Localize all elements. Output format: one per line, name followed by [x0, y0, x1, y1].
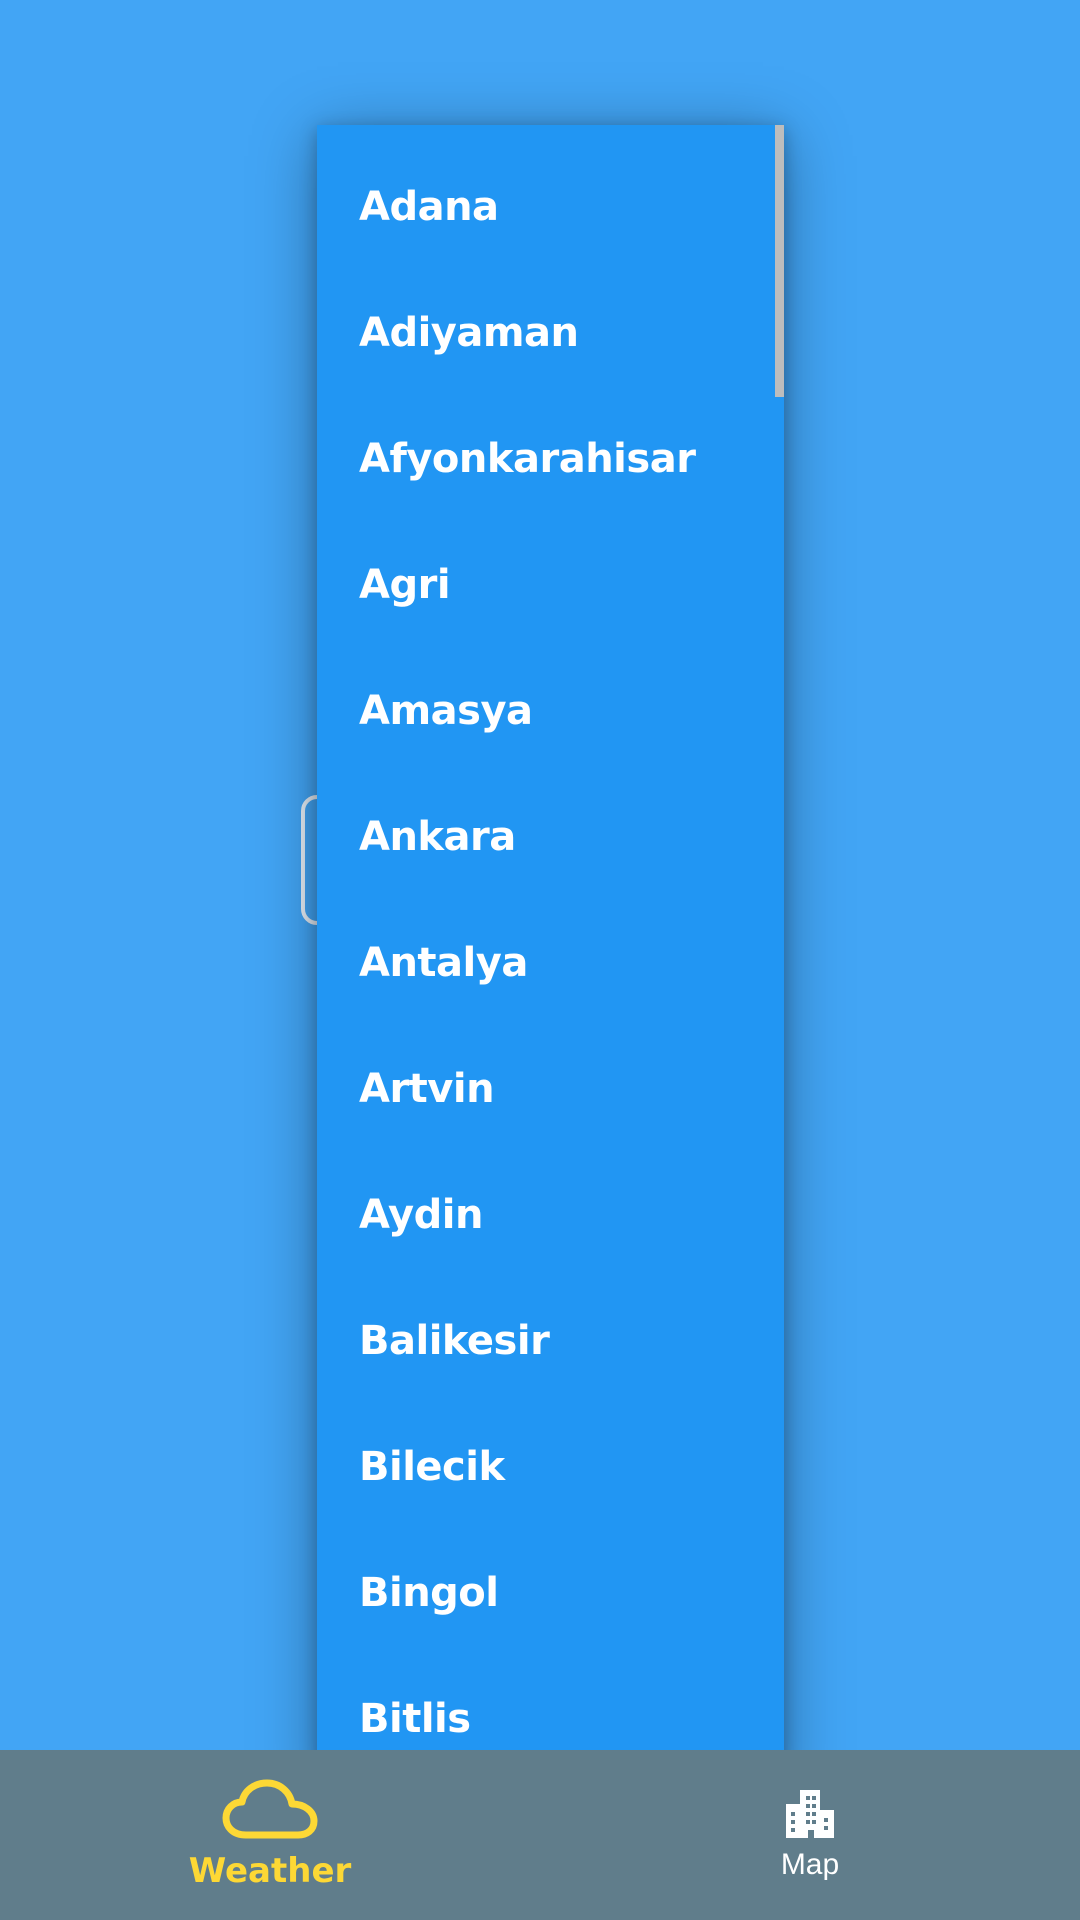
city-dropdown-menu[interactable]: Adana Adiyaman Afyonkarahisar Agri Amasy… [317, 125, 784, 1793]
city-option[interactable]: Bilecik [317, 1404, 784, 1530]
dropdown-scrollbar[interactable] [775, 125, 784, 397]
city-option[interactable]: Adana [317, 144, 784, 270]
city-option[interactable]: Adiyaman [317, 270, 784, 396]
city-option[interactable]: Artvin [317, 1026, 784, 1152]
nav-item-weather[interactable]: Weather [150, 1750, 390, 1920]
cloud-icon [222, 1779, 318, 1843]
city-option[interactable]: Antalya [317, 900, 784, 1026]
nav-label-weather: Weather [188, 1851, 352, 1891]
city-option[interactable]: Balikesir [317, 1278, 784, 1404]
city-option[interactable]: Amasya [317, 648, 784, 774]
city-option[interactable]: Afyonkarahisar [317, 396, 784, 522]
city-list: Adana Adiyaman Afyonkarahisar Agri Amasy… [317, 144, 784, 1782]
nav-label-map: Map [780, 1848, 840, 1881]
city-icon [784, 1788, 836, 1840]
city-option[interactable]: Bingol [317, 1530, 784, 1656]
app-screen: Adana Adiyaman Afyonkarahisar Agri Amasy… [0, 0, 1080, 1920]
city-option[interactable]: Aydin [317, 1152, 784, 1278]
bottom-navigation: Weather Map [0, 1750, 1080, 1920]
city-option[interactable]: Agri [317, 522, 784, 648]
city-option[interactable]: Ankara [317, 774, 784, 900]
nav-item-map[interactable]: Map [690, 1750, 930, 1920]
